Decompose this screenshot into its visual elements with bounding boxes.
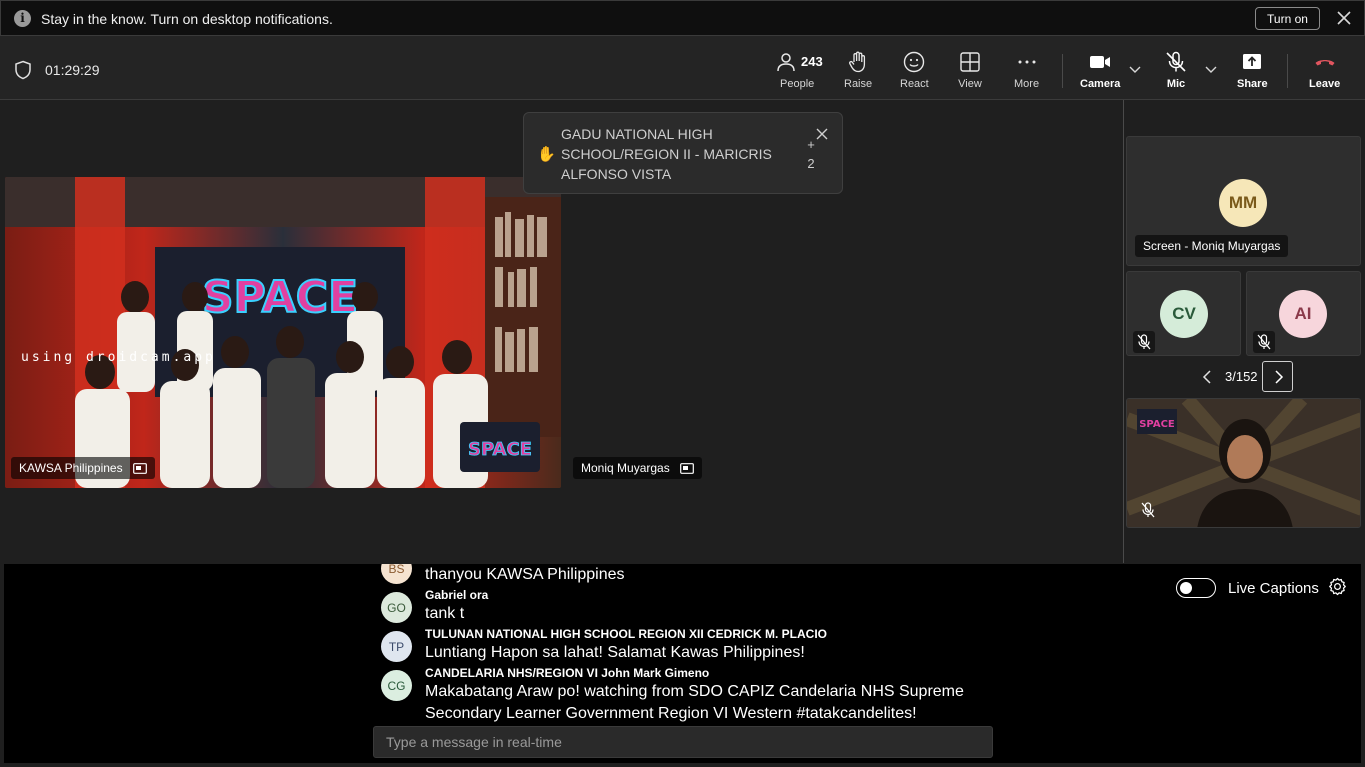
more-button[interactable]: More <box>1014 50 1039 94</box>
participant-name: KAWSA Philippines <box>19 461 123 475</box>
droidcam-watermark: using droidcam.app <box>21 350 216 365</box>
smiley-icon <box>904 51 925 73</box>
avatar: TP <box>381 631 412 662</box>
more-icon <box>1018 60 1036 64</box>
participant-tile[interactable]: MM Screen - Moniq Muyargas <box>1126 136 1361 266</box>
grid-view-icon <box>960 52 980 72</box>
chat-sender-name: Gabriel ora <box>425 588 489 602</box>
avatar: MM <box>1219 179 1267 227</box>
chat-message-text: thanyou KAWSA Philippines <box>425 566 625 583</box>
leave-label: Leave <box>1309 78 1341 90</box>
toggle-knob <box>1180 581 1192 594</box>
chat-message-text-continued: Secondary Learner Government Region VI W… <box>425 705 917 722</box>
share-icon <box>1243 54 1262 69</box>
participant-name: Screen - Moniq Muyargas <box>1135 235 1289 257</box>
people-count: 243 <box>801 54 823 69</box>
toolbar-separator <box>1062 54 1063 88</box>
mic-off-icon <box>1253 331 1275 353</box>
live-captions-label: Live Captions <box>1228 580 1319 597</box>
people-icon <box>777 53 795 72</box>
svg-text:SPACE: SPACE <box>202 272 358 323</box>
mic-off-icon <box>1141 502 1155 518</box>
chat-sender-name: CANDELARIA NHS/REGION VI John Mark Gimen… <box>425 666 710 680</box>
live-captions-toggle[interactable] <box>1176 578 1216 598</box>
meeting-timer: 01:29:29 <box>45 62 100 78</box>
gallery-divider <box>1123 100 1124 563</box>
info-icon: i <box>14 10 31 27</box>
more-label: More <box>1014 78 1040 90</box>
raised-hand-icon: ✋ <box>537 146 556 163</box>
share-button[interactable]: Share <box>1237 50 1268 94</box>
people-label: People <box>780 78 815 90</box>
view-button[interactable]: View <box>958 50 982 94</box>
gear-icon[interactable] <box>1328 577 1347 596</box>
screen-share-name-tag: Moniq Muyargas <box>573 457 702 479</box>
screen-share-icon <box>679 462 694 474</box>
realtime-message-input[interactable] <box>373 726 993 758</box>
avatar: CV <box>1160 290 1208 338</box>
hand-icon <box>849 51 866 73</box>
chat-message-text: Makabatang Araw po! watching from SDO CA… <box>425 683 964 700</box>
raised-hand-name: GADU NATIONAL HIGH SCHOOL/REGION II - MA… <box>561 126 772 182</box>
gallery-page-indicator: 3/152 <box>1225 369 1258 384</box>
chevron-right-icon <box>1275 370 1284 384</box>
leave-button[interactable]: Leave <box>1309 50 1340 94</box>
participant-name-tag: KAWSA Philippines <box>11 457 155 479</box>
close-icon[interactable] <box>1335 9 1353 27</box>
react-button[interactable]: React <box>900 50 929 94</box>
previous-page-chevron-left-icon[interactable] <box>1201 369 1215 385</box>
screen-share-name: Moniq Muyargas <box>581 461 670 475</box>
chat-message-text: tank t <box>425 605 465 622</box>
camera-icon <box>1090 56 1111 68</box>
meeting-toolbar: 01:29:29 People 243 Raise React View Mor… <box>0 36 1365 100</box>
hang-up-icon <box>1315 60 1335 66</box>
notification-bar: i Stay in the know. Turn on desktop noti… <box>0 0 1365 36</box>
notification-message: Stay in the know. Turn on desktop notifi… <box>41 11 333 27</box>
more-prefix: + <box>807 137 815 152</box>
participant-tile[interactable]: CV <box>1126 271 1241 356</box>
raised-hand-toast: ✋ GADU NATIONAL HIGH SCHOOL/REGION II - … <box>523 112 843 194</box>
mic-label: Mic <box>1166 78 1186 90</box>
camera-button[interactable]: Camera <box>1080 50 1120 94</box>
shield-icon[interactable] <box>14 60 32 80</box>
mic-options-chevron-down-icon[interactable] <box>1204 64 1218 74</box>
next-page-button[interactable] <box>1262 361 1293 392</box>
screen-share-icon <box>132 462 147 474</box>
toolbar-separator <box>1287 54 1288 88</box>
mic-off-icon <box>1133 331 1155 353</box>
turn-on-notifications-button[interactable]: Turn on <box>1255 7 1320 30</box>
svg-text:SPACE: SPACE <box>468 439 532 460</box>
main-video-feed[interactable]: SPACE SPACE using droidcam.app KAWSA Phi… <box>5 177 561 488</box>
camera-options-chevron-down-icon[interactable] <box>1128 64 1142 74</box>
mic-button[interactable]: Mic <box>1164 50 1188 94</box>
avatar: AI <box>1279 290 1327 338</box>
avatar: GO <box>381 592 412 623</box>
react-label: React <box>900 78 929 90</box>
share-label: Share <box>1237 78 1268 90</box>
close-icon[interactable] <box>815 127 829 141</box>
svg-text:SPACE: SPACE <box>1139 419 1175 430</box>
more-count: 2 <box>807 156 815 171</box>
chat-sender-name: TULUNAN NATIONAL HIGH SCHOOL REGION XII … <box>425 627 828 641</box>
raise-label: Raise <box>844 78 873 90</box>
chat-message-text: Luntiang Hapon sa lahat! Salamat Kawas P… <box>425 644 805 661</box>
participant-video-tile[interactable]: SPACE <box>1126 398 1361 528</box>
teams-meeting-window: i Stay in the know. Turn on desktop noti… <box>0 0 1365 767</box>
studio-video-image: SPACE SPACE using droidcam.app <box>5 177 561 488</box>
mic-off-icon <box>1166 51 1186 72</box>
avatar: CG <box>381 670 412 701</box>
raise-hand-button[interactable]: Raise <box>844 50 872 94</box>
participant-tile[interactable]: AI <box>1246 271 1361 356</box>
camera-label: Camera <box>1080 78 1121 90</box>
participant-video-image: SPACE <box>1127 399 1360 527</box>
view-label: View <box>958 78 982 90</box>
